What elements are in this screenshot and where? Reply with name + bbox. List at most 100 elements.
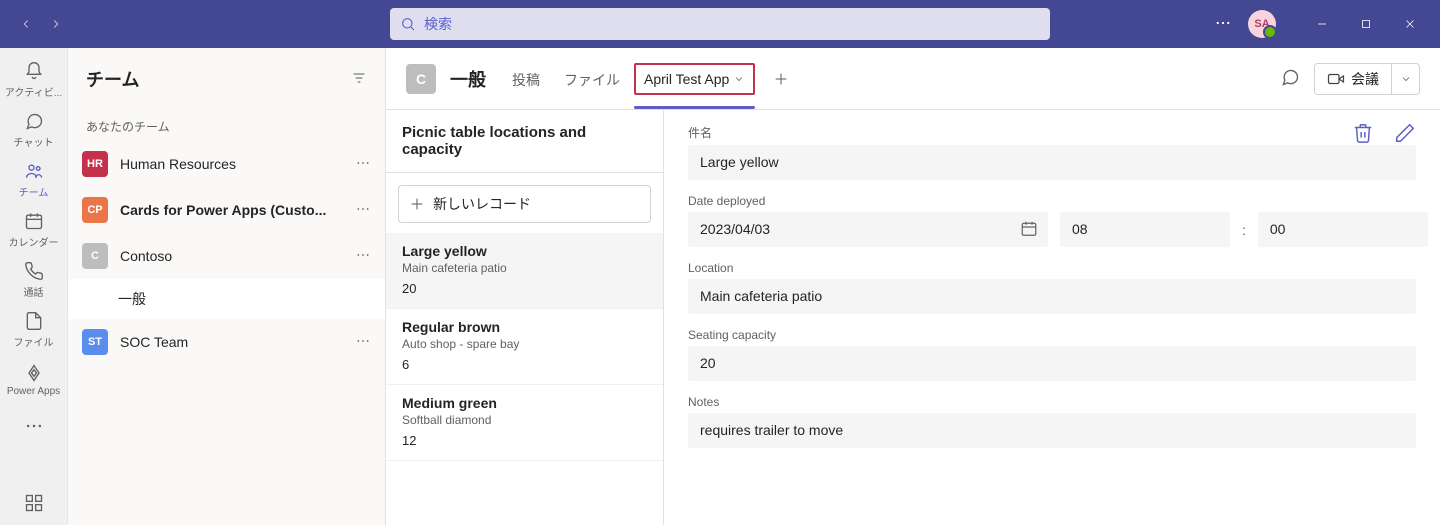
rail-activity[interactable]: アクティビ...	[0, 54, 68, 104]
filter-button[interactable]	[351, 70, 367, 89]
detail-actions	[1352, 122, 1416, 147]
record-item[interactable]: Medium green Softball diamond 12	[386, 385, 663, 461]
window-maximize-button[interactable]	[1344, 8, 1388, 40]
new-record-button[interactable]: 新しいレコード	[398, 185, 651, 223]
rail-files[interactable]: ファイル	[0, 304, 68, 354]
settings-more-button[interactable]	[1214, 14, 1232, 35]
channel-header-right: 会議	[1280, 63, 1420, 95]
team-badge: CP	[82, 197, 108, 223]
teams-panel: チーム あなたのチーム HR Human Resources CP Cards …	[68, 48, 386, 525]
search-box[interactable]: 検索	[390, 8, 1050, 40]
tab-files[interactable]: ファイル	[552, 50, 632, 108]
tab-label: April Test App	[644, 71, 729, 87]
minute-input[interactable]	[1258, 212, 1428, 247]
notes-input[interactable]	[688, 413, 1416, 448]
team-row[interactable]: ST SOC Team	[68, 319, 385, 365]
channel-badge: C	[406, 64, 436, 94]
team-row[interactable]: CP Cards for Power Apps (Custo...	[68, 187, 385, 233]
window-minimize-button[interactable]	[1300, 8, 1344, 40]
team-name: SOC Team	[120, 334, 343, 350]
meet-dropdown-button[interactable]	[1391, 64, 1419, 94]
video-icon	[1327, 70, 1345, 88]
team-more-button[interactable]	[355, 247, 371, 266]
record-subtitle: Softball diamond	[402, 413, 647, 427]
chevron-down-icon	[1400, 73, 1412, 85]
titlebar: 検索 SA	[0, 0, 1440, 48]
rail-calendar[interactable]: カレンダー	[0, 204, 68, 254]
window-close-button[interactable]	[1388, 8, 1432, 40]
datetime-row: :	[688, 212, 1416, 247]
trash-icon	[1352, 122, 1374, 144]
record-number: 6	[402, 357, 647, 372]
channel-row-general[interactable]: 一般	[68, 279, 385, 319]
record-number: 20	[402, 281, 647, 296]
team-more-button[interactable]	[355, 155, 371, 174]
nav-buttons	[12, 10, 70, 38]
rail-apps-button[interactable]	[0, 481, 68, 525]
app-body: Picnic table locations and capacity 新しいレ…	[386, 110, 1440, 525]
seating-input[interactable]	[688, 346, 1416, 381]
more-horizontal-icon	[24, 416, 44, 436]
rail-label: チーム	[19, 184, 49, 199]
edit-button[interactable]	[1394, 122, 1416, 147]
date-input[interactable]	[688, 212, 1048, 247]
location-input[interactable]	[688, 279, 1416, 314]
search-placeholder: 検索	[424, 14, 452, 34]
window-controls	[1300, 8, 1432, 40]
delete-button[interactable]	[1352, 122, 1374, 147]
team-more-button[interactable]	[355, 201, 371, 220]
titlebar-right: SA	[1214, 8, 1432, 40]
team-row[interactable]: HR Human Resources	[68, 141, 385, 187]
time-separator: :	[1242, 222, 1246, 238]
field-location: Location	[688, 261, 1416, 314]
rail-more-button[interactable]	[0, 404, 68, 448]
records-list: Large yellow Main cafeteria patio 20 Reg…	[386, 233, 663, 525]
record-title: Regular brown	[402, 319, 647, 335]
subject-input[interactable]	[688, 145, 1416, 180]
tab-posts[interactable]: 投稿	[500, 50, 552, 108]
field-label: Seating capacity	[688, 328, 1416, 342]
rail-teams[interactable]: チーム	[0, 154, 68, 204]
tab-april-test-app[interactable]: April Test App	[634, 63, 755, 95]
field-label: 件名	[688, 124, 1416, 141]
team-more-button[interactable]	[355, 333, 371, 352]
channel-title: 一般	[450, 66, 486, 92]
channel-tabs: 投稿 ファイル April Test App	[500, 50, 797, 108]
nav-back-button[interactable]	[12, 10, 40, 38]
channel-label: 一般	[118, 289, 146, 309]
list-pane: Picnic table locations and capacity 新しいレ…	[386, 110, 664, 525]
team-row[interactable]: C Contoso	[68, 233, 385, 279]
nav-forward-button[interactable]	[42, 10, 70, 38]
add-tab-button[interactable]	[765, 63, 797, 95]
field-seating: Seating capacity	[688, 328, 1416, 381]
more-horizontal-icon	[355, 333, 371, 349]
open-conversation-button[interactable]	[1280, 67, 1300, 90]
pencil-icon	[1394, 122, 1416, 144]
record-item[interactable]: Large yellow Main cafeteria patio 20	[386, 233, 663, 309]
hour-input[interactable]	[1060, 212, 1230, 247]
avatar[interactable]: SA	[1248, 10, 1276, 38]
rail-label: 通話	[24, 284, 44, 299]
team-badge: ST	[82, 329, 108, 355]
content: C 一般 投稿 ファイル April Test App	[386, 48, 1440, 525]
chevron-right-icon	[49, 17, 63, 31]
teams-panel-title: チーム	[86, 66, 139, 92]
field-label: Date deployed	[688, 194, 1416, 208]
meet-button[interactable]: 会議	[1315, 64, 1391, 94]
channel-header: C 一般 投稿 ファイル April Test App	[386, 48, 1440, 110]
tab-label: ファイル	[564, 72, 620, 88]
rail-powerapps[interactable]: Power Apps	[0, 354, 68, 404]
chevron-left-icon	[19, 17, 33, 31]
date-picker-button[interactable]	[1020, 219, 1038, 240]
plus-icon	[409, 196, 425, 212]
main: アクティビ... チャット チーム カレンダー 通話 ファイル Power Ap…	[0, 48, 1440, 525]
rail-chat[interactable]: チャット	[0, 104, 68, 154]
rail-calls[interactable]: 通話	[0, 254, 68, 304]
meet-combo: 会議	[1314, 63, 1420, 95]
record-item[interactable]: Regular brown Auto shop - spare bay 6	[386, 309, 663, 385]
team-badge: C	[82, 243, 108, 269]
hour-wrap	[1060, 212, 1230, 247]
rail-label: Power Apps	[7, 386, 60, 397]
app-rail: アクティビ... チャット チーム カレンダー 通話 ファイル Power Ap…	[0, 48, 68, 525]
rail-label: ファイル	[14, 334, 54, 349]
